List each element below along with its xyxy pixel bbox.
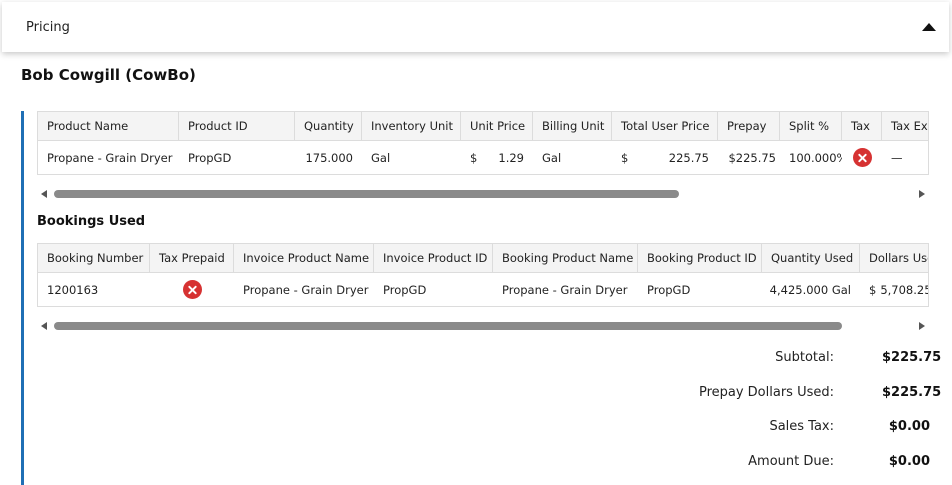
- column-header[interactable]: Split %: [780, 112, 842, 140]
- pricing-table-scrollbar[interactable]: [37, 187, 929, 201]
- tax-cell: [842, 141, 882, 174]
- x-circle-icon: [852, 148, 872, 167]
- quantity-cell: 175.000: [305, 150, 353, 165]
- bookings-section-title: Bookings Used: [37, 214, 146, 229]
- column-header[interactable]: Total User Price: [612, 112, 718, 140]
- table-header-row: Booking Number Tax Prepaid Invoice Produ…: [38, 244, 928, 273]
- total-user-price-cell: $ 225.75: [612, 141, 718, 174]
- invoice-product-id-cell: PropGD: [383, 282, 427, 297]
- scroll-left-arrow-icon[interactable]: [41, 190, 47, 198]
- product-name-cell: Propane - Grain Dryer: [47, 150, 173, 165]
- x-circle-icon: [182, 280, 202, 299]
- prepay-dollars-value: $225.75: [882, 384, 942, 400]
- currency-symbol: $: [470, 150, 478, 165]
- inventory-unit-cell: Gal: [371, 150, 391, 165]
- sales-tax-value: $0.00: [888, 418, 930, 434]
- unit-price-value: 1.29: [498, 150, 524, 165]
- total-user-price-value: 225.75: [668, 150, 709, 165]
- column-header[interactable]: Dollars Use: [860, 244, 928, 272]
- table-row[interactable]: 1200163 Propane - Grain Dryer PropGD Pro…: [38, 273, 928, 306]
- bookings-table: Booking Number Tax Prepaid Invoice Produ…: [37, 243, 929, 307]
- column-header[interactable]: Tax Prepaid: [150, 244, 234, 272]
- dollars-used-value: 5,708.250: [880, 282, 928, 297]
- column-header[interactable]: Quantity Used: [762, 244, 860, 272]
- column-header[interactable]: Tax: [842, 112, 882, 140]
- sales-tax-label: Sales Tax:: [769, 418, 834, 434]
- subtotal-label: Subtotal:: [775, 349, 834, 365]
- column-header[interactable]: Invoice Product ID: [374, 244, 493, 272]
- amount-due-label: Amount Due:: [748, 453, 834, 469]
- table-header-row: Product Name Product ID Quantity Invento…: [38, 112, 928, 141]
- column-header[interactable]: Booking Product Name: [493, 244, 638, 272]
- tax-prepaid-cell: [150, 273, 234, 306]
- currency-symbol: $: [869, 282, 877, 297]
- amount-due-value: $0.00: [888, 453, 930, 469]
- scroll-right-arrow-icon[interactable]: [919, 190, 925, 198]
- product-id-cell: PropGD: [188, 150, 232, 165]
- subtotal-row: Subtotal: $225.75: [600, 348, 942, 366]
- billing-unit-cell: Gal: [542, 150, 562, 165]
- column-header[interactable]: Billing Unit: [533, 112, 612, 140]
- column-header[interactable]: Product ID: [179, 112, 295, 140]
- currency-symbol: $: [621, 150, 629, 165]
- panel-title: Pricing: [26, 19, 70, 35]
- scroll-left-arrow-icon[interactable]: [41, 322, 47, 330]
- scrollbar-thumb[interactable]: [54, 322, 842, 330]
- section-accent-bar: [21, 111, 24, 485]
- customer-name: Bob Cowgill (CowBo): [21, 66, 196, 84]
- column-header[interactable]: Quantity: [295, 112, 362, 140]
- pricing-panel-header[interactable]: Pricing: [2, 2, 949, 52]
- scroll-right-arrow-icon[interactable]: [919, 322, 925, 330]
- table-row[interactable]: Propane - Grain Dryer PropGD 175.000 Gal…: [38, 141, 928, 174]
- column-header[interactable]: Prepay: [718, 112, 780, 140]
- prepay-cell: $225.75: [728, 150, 776, 165]
- amount-due-row: Amount Due: $0.00: [600, 452, 930, 470]
- quantity-used-cell: 4,425.000 Gal: [769, 282, 851, 297]
- split-cell: 100.000%: [789, 150, 842, 165]
- scrollbar-thumb[interactable]: [54, 190, 679, 198]
- booking-product-id-cell: PropGD: [647, 282, 691, 297]
- unit-price-cell: $ 1.29: [461, 141, 533, 174]
- caret-up-icon: [922, 23, 936, 31]
- column-header[interactable]: Tax Exe: [882, 112, 928, 140]
- column-header[interactable]: Inventory Unit: [362, 112, 461, 140]
- collapse-button[interactable]: [909, 2, 949, 52]
- subtotal-value: $225.75: [882, 349, 942, 365]
- prepay-dollars-label: Prepay Dollars Used:: [698, 384, 834, 400]
- booking-product-name-cell: Propane - Grain Dryer: [502, 282, 628, 297]
- bookings-table-scrollbar[interactable]: [37, 319, 929, 333]
- column-header[interactable]: Unit Price: [461, 112, 533, 140]
- tax-exempt-cell: —: [891, 150, 903, 165]
- prepay-dollars-row: Prepay Dollars Used: $225.75: [600, 383, 942, 401]
- invoice-product-name-cell: Propane - Grain Dryer: [243, 282, 369, 297]
- column-header[interactable]: Booking Product ID: [638, 244, 762, 272]
- dollars-used-cell: $ 5,708.250: [860, 273, 928, 306]
- column-header[interactable]: Invoice Product Name: [234, 244, 374, 272]
- column-header[interactable]: Product Name: [38, 112, 179, 140]
- booking-number-cell: 1200163: [47, 282, 99, 297]
- column-header[interactable]: Booking Number: [38, 244, 150, 272]
- pricing-table: Product Name Product ID Quantity Invento…: [37, 111, 929, 175]
- sales-tax-row: Sales Tax: $0.00: [600, 417, 930, 435]
